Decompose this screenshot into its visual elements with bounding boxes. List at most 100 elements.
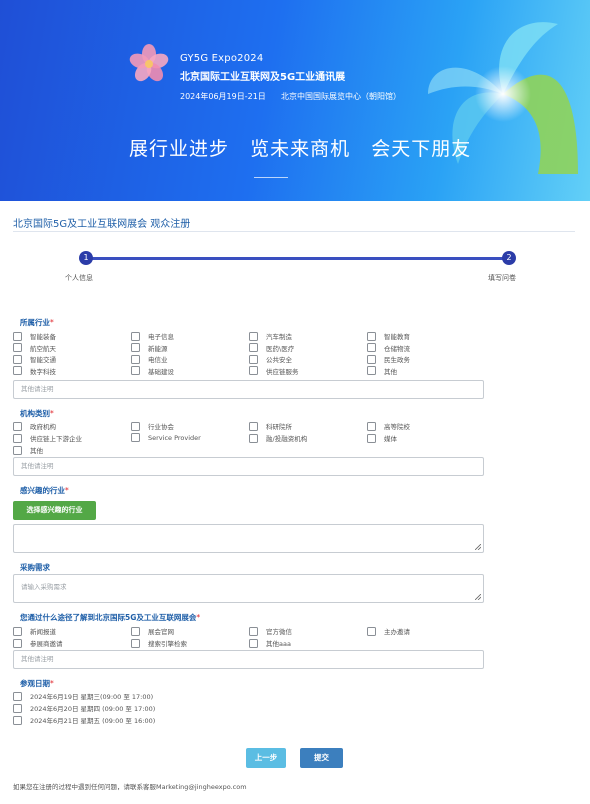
source-other-input[interactable]: 其他请注明 bbox=[13, 650, 484, 669]
checkbox[interactable] bbox=[13, 421, 22, 431]
checkbox[interactable] bbox=[367, 433, 376, 443]
industry-option-label: 智能装备 bbox=[30, 333, 56, 341]
org-type-option[interactable]: Service Provider bbox=[131, 433, 201, 442]
checkbox[interactable] bbox=[249, 638, 258, 648]
checkbox[interactable] bbox=[13, 638, 22, 648]
industry-option[interactable]: 智能装备 bbox=[13, 331, 56, 341]
checkbox[interactable] bbox=[249, 421, 258, 431]
source-option-label: 主办邀请 bbox=[384, 628, 410, 636]
org-type-option-label: 科研院所 bbox=[266, 423, 292, 431]
checkbox[interactable] bbox=[249, 354, 258, 364]
source-option[interactable]: 主办邀请 bbox=[367, 626, 410, 636]
industry-option[interactable]: 其他 bbox=[367, 366, 397, 376]
checkbox[interactable] bbox=[131, 626, 140, 636]
org-type-option[interactable]: 科研院所 bbox=[249, 421, 292, 431]
org-type-option[interactable]: 供应链上下游企业 bbox=[13, 433, 82, 443]
previous-step-button[interactable]: 上一步 bbox=[246, 748, 286, 768]
industry-option[interactable]: 民生政务 bbox=[367, 354, 410, 364]
industry-option[interactable]: 电信业 bbox=[131, 354, 168, 364]
checkbox[interactable] bbox=[13, 715, 22, 725]
industry-option-label: 民生政务 bbox=[384, 356, 410, 365]
industry-option-label: 仓储物流 bbox=[384, 344, 410, 353]
checkbox[interactable] bbox=[13, 433, 22, 443]
industry-option[interactable]: 基础建设 bbox=[131, 366, 174, 376]
banner-date-venue: 2024年06月19日-21日 北京中国国际展览中心（朝阳馆） bbox=[180, 92, 402, 101]
visit-date-option[interactable]: 2024年6月20日 星期四 (09:00 至 17:00) bbox=[13, 703, 155, 713]
org-type-option[interactable]: 行业协会 bbox=[131, 421, 174, 431]
checkbox[interactable] bbox=[249, 366, 258, 376]
checkbox[interactable] bbox=[367, 421, 376, 431]
org-type-option-label: 供应链上下游企业 bbox=[30, 435, 82, 443]
source-option[interactable]: 参展商邀请 bbox=[13, 638, 63, 648]
checkbox[interactable] bbox=[13, 343, 22, 353]
org-type-option[interactable]: 高等院校 bbox=[367, 421, 410, 431]
interest-textarea[interactable] bbox=[13, 524, 484, 553]
select-interest-button[interactable]: 选择感兴趣的行业 bbox=[13, 501, 96, 520]
checkbox[interactable] bbox=[13, 691, 22, 701]
source-option[interactable]: 官方微信 bbox=[249, 626, 292, 636]
source-option[interactable]: 新闻报道 bbox=[13, 626, 56, 636]
banner-expo-name: GY5G Expo2024 bbox=[180, 53, 264, 64]
industry-option-label: 供应链服务 bbox=[266, 367, 299, 376]
org-type-option[interactable]: 融/投融资机构 bbox=[249, 433, 307, 443]
source-option[interactable]: 搜索引擎检索 bbox=[131, 638, 187, 648]
progress-bar bbox=[86, 257, 509, 260]
checkbox[interactable] bbox=[367, 354, 376, 364]
industry-option-label: 电信业 bbox=[148, 356, 168, 365]
source-option[interactable]: 其他aaa bbox=[249, 638, 291, 648]
org-type-option-label: 政府机构 bbox=[30, 423, 56, 431]
checkbox[interactable] bbox=[131, 331, 140, 341]
checkbox[interactable] bbox=[13, 331, 22, 341]
checkbox[interactable] bbox=[367, 366, 376, 376]
industry-option-label: 公共安全 bbox=[266, 356, 292, 365]
submit-button[interactable]: 提交 bbox=[300, 748, 343, 768]
checkbox[interactable] bbox=[249, 626, 258, 636]
checkbox[interactable] bbox=[249, 433, 258, 443]
checkbox[interactable] bbox=[249, 343, 258, 353]
industry-option[interactable]: 新能源 bbox=[131, 343, 168, 353]
checkbox[interactable] bbox=[131, 354, 140, 364]
org-type-other-input[interactable]: 其他请注明 bbox=[13, 457, 484, 476]
checkbox[interactable] bbox=[131, 433, 140, 442]
industry-other-input[interactable]: 其他请注明 bbox=[13, 380, 484, 399]
industry-option[interactable]: 汽车制造 bbox=[249, 331, 292, 341]
visit-date-section-title: 参观日期* bbox=[20, 678, 54, 689]
industry-option[interactable]: 电子信息 bbox=[131, 331, 174, 341]
page-title: 北京国际5G及工业互联网展会 观众注册 bbox=[13, 219, 191, 230]
checkbox[interactable] bbox=[13, 626, 22, 636]
checkbox[interactable] bbox=[13, 366, 22, 376]
industry-option[interactable]: 航空航天 bbox=[13, 343, 56, 353]
industry-option[interactable]: 仓储物流 bbox=[367, 343, 410, 353]
source-option-label: 官方微信 bbox=[266, 628, 292, 636]
industry-option[interactable]: 智能教育 bbox=[367, 331, 410, 341]
visit-date-option[interactable]: 2024年6月21日 星期五 (09:00 至 16:00) bbox=[13, 715, 155, 725]
checkbox[interactable] bbox=[367, 626, 376, 636]
checkbox[interactable] bbox=[13, 354, 22, 364]
org-type-option[interactable]: 媒体 bbox=[367, 433, 397, 443]
industry-option[interactable]: 供应链服务 bbox=[249, 366, 299, 376]
resize-grip-icon[interactable] bbox=[475, 544, 481, 550]
org-type-option[interactable]: 其他 bbox=[13, 445, 43, 455]
resize-grip-icon[interactable] bbox=[475, 594, 481, 600]
org-type-option-label: Service Provider bbox=[148, 433, 201, 442]
industry-option[interactable]: 智能交通 bbox=[13, 354, 56, 364]
checkbox[interactable] bbox=[131, 638, 140, 648]
source-option[interactable]: 展会官网 bbox=[131, 626, 174, 636]
checkbox[interactable] bbox=[13, 703, 22, 713]
industry-option-label: 数字科技 bbox=[30, 367, 56, 376]
checkbox[interactable] bbox=[367, 331, 376, 341]
org-type-option[interactable]: 政府机构 bbox=[13, 421, 56, 431]
checkbox[interactable] bbox=[131, 366, 140, 376]
org-type-section-title: 机构类别* bbox=[20, 408, 54, 419]
checkbox[interactable] bbox=[131, 343, 140, 353]
required-marker: * bbox=[65, 486, 69, 495]
industry-option[interactable]: 公共安全 bbox=[249, 354, 292, 364]
visit-date-option[interactable]: 2024年6月19日 星期三(09:00 至 17:00) bbox=[13, 691, 153, 701]
checkbox[interactable] bbox=[367, 343, 376, 353]
checkbox[interactable] bbox=[249, 331, 258, 341]
checkbox[interactable] bbox=[13, 445, 22, 455]
purchase-textarea[interactable]: 请输入采购需求 bbox=[13, 574, 484, 603]
industry-option[interactable]: 数字科技 bbox=[13, 366, 56, 376]
checkbox[interactable] bbox=[131, 421, 140, 431]
industry-option[interactable]: 医药\医疗 bbox=[249, 343, 294, 353]
